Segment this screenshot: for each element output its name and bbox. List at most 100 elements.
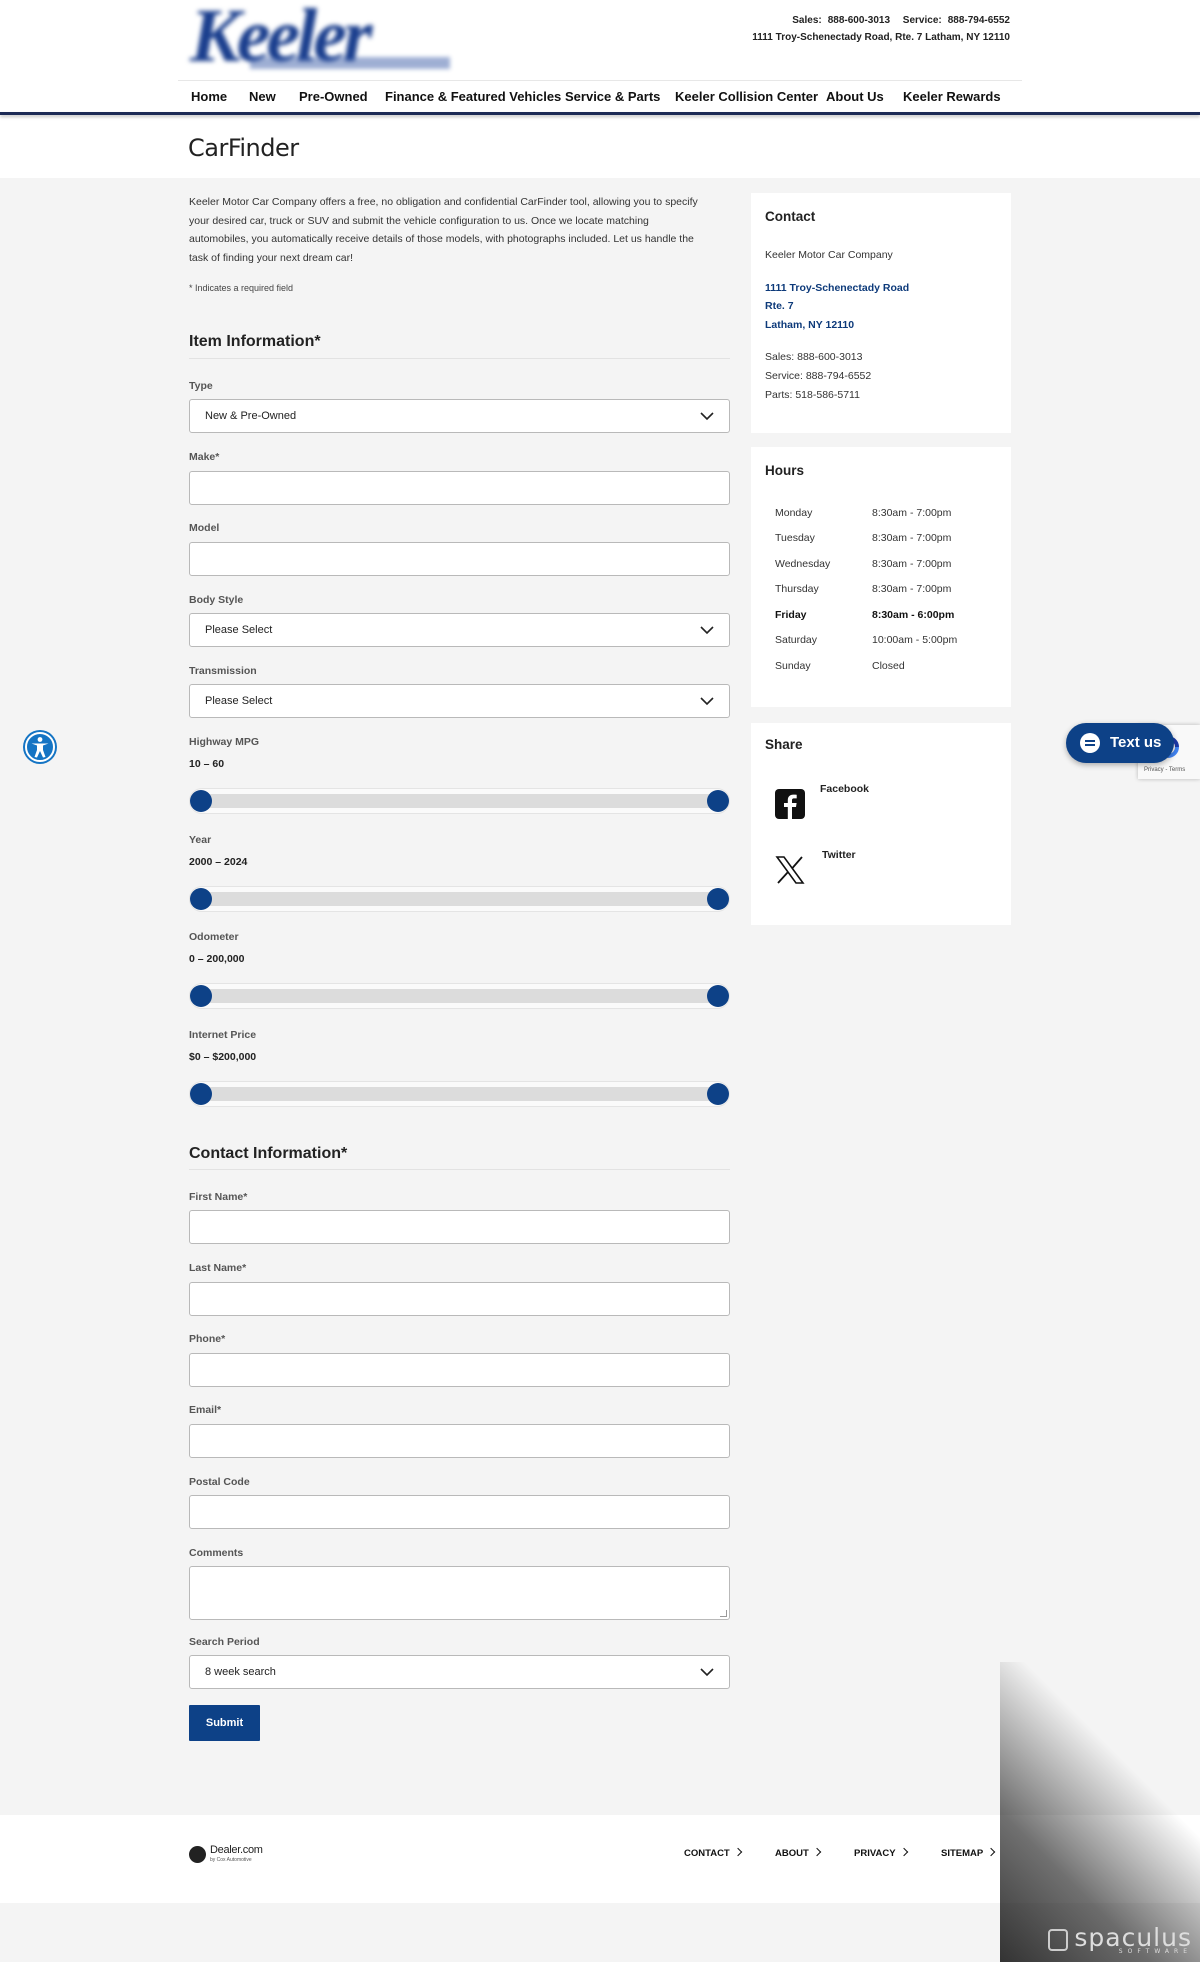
footer-link-about[interactable]: ABOUT xyxy=(775,1847,822,1859)
time-label: 8:30am - 7:00pm xyxy=(872,558,952,570)
make-input[interactable] xyxy=(189,471,730,505)
address-line-2[interactable]: Rte. 7 xyxy=(765,297,794,316)
hours-card-heading: Hours xyxy=(765,463,805,478)
slider-max-handle[interactable] xyxy=(707,1083,729,1105)
highway-mpg-slider[interactable] xyxy=(189,788,730,814)
first-name-label: First Name* xyxy=(189,1191,248,1203)
dealer-com-sub: by Cox Automotive xyxy=(210,1857,252,1863)
chevron-right-icon xyxy=(899,1847,908,1857)
nav-keeler-rewards[interactable]: Keeler Rewards xyxy=(903,89,1001,104)
dealer-com-logo[interactable]: Dealer.com by Cox Automotive xyxy=(189,1844,279,1866)
sales-label: Sales: xyxy=(792,15,822,26)
dealer-com-name: Dealer.com xyxy=(210,1844,263,1856)
address-line-3[interactable]: Latham, NY 12110 xyxy=(765,316,854,335)
slider-min-handle[interactable] xyxy=(190,985,212,1007)
nav-home[interactable]: Home xyxy=(191,89,227,104)
keeler-logo[interactable]: Keeler xyxy=(190,0,456,76)
footer-link-sitemap[interactable]: SITEMAP xyxy=(941,1847,996,1859)
footer-link-label: ABOUT xyxy=(775,1848,809,1859)
slider-max-handle[interactable] xyxy=(707,985,729,1007)
first-name-input[interactable] xyxy=(189,1210,730,1244)
highway-mpg-value: 10 – 60 xyxy=(189,758,225,770)
time-label: 8:30am - 7:00pm xyxy=(872,507,952,519)
address-line-1[interactable]: 1111 Troy-Schenectady Road xyxy=(765,279,909,298)
comments-textarea[interactable] xyxy=(189,1566,730,1620)
parts-phone[interactable]: Parts: 518-586-5711 xyxy=(765,386,860,405)
resize-handle-icon[interactable] xyxy=(720,1610,727,1617)
share-card: Share Facebook Twitter xyxy=(751,723,1011,925)
header-address[interactable]: 1111 Troy-Schenectady Road, Rte. 7 Latha… xyxy=(752,29,1010,46)
facebook-icon[interactable] xyxy=(774,788,806,820)
body-style-select[interactable]: Please Select xyxy=(189,613,730,647)
year-slider[interactable] xyxy=(189,886,730,912)
day-label: Thursday xyxy=(775,583,819,595)
service-phone-link[interactable]: 888-794-6552 xyxy=(948,15,1010,26)
nav-collision-center[interactable]: Keeler Collision Center xyxy=(675,89,818,104)
year-value: 2000 – 2024 xyxy=(189,856,248,868)
internet-price-value: $0 – $200,000 xyxy=(189,1051,257,1063)
submit-button[interactable]: Submit xyxy=(189,1705,260,1741)
footer-link-contact[interactable]: CONTACT xyxy=(684,1847,742,1859)
transmission-select[interactable]: Please Select xyxy=(189,684,730,718)
search-period-select[interactable]: 8 week search xyxy=(189,1655,730,1689)
nav-finance[interactable]: Finance & Featured Vehicles xyxy=(385,89,561,104)
footer-link-label: CONTACT xyxy=(684,1848,730,1859)
nav-new[interactable]: New xyxy=(249,89,276,104)
email-input[interactable] xyxy=(189,1424,730,1458)
slider-max-handle[interactable] xyxy=(707,888,729,910)
day-label: Saturday xyxy=(775,634,818,646)
recaptcha-privacy-terms[interactable]: Privacy - Terms xyxy=(1144,767,1185,773)
service-phone[interactable]: Service: 888-794-6552 xyxy=(765,367,871,386)
odometer-label: Odometer xyxy=(189,931,239,943)
hours-card: Hours Monday 8:30am - 7:00pm Tuesday 8:30a… xyxy=(751,447,1011,707)
model-label: Model xyxy=(189,522,220,534)
time-label: 10:00am - 5:00pm xyxy=(872,634,958,646)
internet-price-label: Internet Price xyxy=(189,1029,257,1041)
year-label: Year xyxy=(189,834,212,846)
sales-phone-link[interactable]: 888-600-3013 xyxy=(828,15,890,26)
chat-bubble-icon xyxy=(1080,733,1100,753)
slider-fill xyxy=(203,989,716,1003)
sales-phone[interactable]: Sales: 888-600-3013 xyxy=(765,348,863,367)
twitter-link[interactable]: Twitter xyxy=(822,849,856,861)
search-period-label: Search Period xyxy=(189,1636,260,1648)
highway-mpg-label: Highway MPG xyxy=(189,736,260,748)
transmission-label: Transmission xyxy=(189,665,257,677)
slider-min-handle[interactable] xyxy=(190,888,212,910)
make-label: Make* xyxy=(189,451,220,463)
accessibility-icon[interactable] xyxy=(22,729,58,765)
nav-service-parts[interactable]: Service & Parts xyxy=(565,89,660,104)
slider-min-handle[interactable] xyxy=(190,790,212,812)
share-card-heading: Share xyxy=(765,737,803,752)
internet-price-slider[interactable] xyxy=(189,1081,730,1107)
time-label: 8:30am - 6:00pm xyxy=(872,609,955,621)
body-style-select-value: Please Select xyxy=(205,624,273,636)
text-us-button[interactable]: Text us xyxy=(1066,723,1174,763)
footer-link-label: SITEMAP xyxy=(941,1848,984,1859)
contact-information-heading: Contact Information* xyxy=(189,1145,348,1162)
nav-about-us[interactable]: About Us xyxy=(826,89,884,104)
phone-input[interactable] xyxy=(189,1353,730,1387)
slider-fill xyxy=(203,892,716,906)
site-header: Keeler Sales: 888-600-3013 Service: 888-79… xyxy=(0,0,1200,178)
model-input[interactable] xyxy=(189,542,730,576)
nav-pre-owned[interactable]: Pre-Owned xyxy=(299,89,368,104)
footer-link-privacy[interactable]: PRIVACY xyxy=(854,1847,908,1859)
section-divider xyxy=(189,358,730,359)
phone-label: Phone* xyxy=(189,1333,226,1345)
type-select[interactable]: New & Pre-Owned xyxy=(189,399,730,433)
postal-code-label: Postal Code xyxy=(189,1476,250,1488)
facebook-link[interactable]: Facebook xyxy=(820,783,869,795)
body-style-label: Body Style xyxy=(189,594,244,606)
contact-card-heading: Contact xyxy=(765,209,816,224)
transmission-select-value: Please Select xyxy=(205,695,273,707)
last-name-input[interactable] xyxy=(189,1282,730,1316)
item-information-heading: Item Information* xyxy=(189,333,321,350)
day-label: Sunday xyxy=(775,660,811,672)
postal-code-input[interactable] xyxy=(189,1495,730,1529)
slider-max-handle[interactable] xyxy=(707,790,729,812)
x-twitter-icon[interactable] xyxy=(774,854,806,886)
chevron-down-icon xyxy=(700,412,714,421)
slider-min-handle[interactable] xyxy=(190,1083,212,1105)
odometer-slider[interactable] xyxy=(189,983,730,1009)
